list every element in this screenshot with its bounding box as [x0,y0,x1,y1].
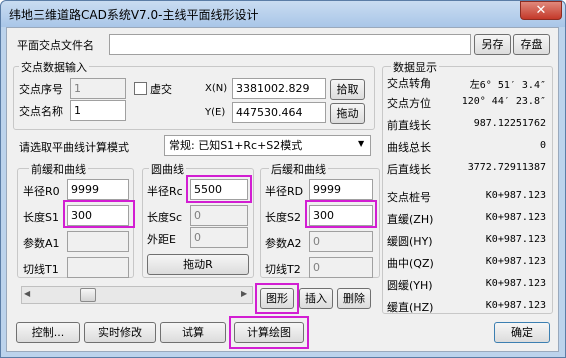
virtual-label: 虚交 [150,83,172,96]
back-length-label: 长度S2 [265,211,301,224]
save-button[interactable]: 存盘 [513,34,550,55]
display-title: 数据显示 [391,59,439,75]
delete-button[interactable]: 删除 [337,288,371,309]
display-row-label: 曲中(QZ) [387,257,434,270]
back-radius-label: 半径RD [265,185,304,198]
display-row-label: 缓直(HZ) [387,301,434,314]
back-param-label: 参数A2 [265,237,302,250]
x-label: X(N) [205,83,228,94]
circle-ext-input: 0 [190,227,248,248]
display-row-value: 0 [539,140,546,151]
display-row-value: K0+987.123 [485,234,546,245]
file-label: 平面交点文件名 [17,39,94,52]
scroll-left-icon[interactable]: ◀ [24,289,30,298]
drag-button[interactable]: 拖动 [330,103,365,124]
back-tangent-label: 切线T2 [265,263,301,276]
name-label: 交点名称 [19,105,63,118]
realtime-edit-button[interactable]: 实时修改 [84,322,156,343]
mode-select-value: 常规: 已知S1+Rc+S2模式 [169,139,303,152]
front-radius-input[interactable]: 9999 [67,179,129,200]
display-row-label: 缓圆(HY) [387,235,433,248]
front-tangent-input [67,257,129,278]
seq-label: 交点序号 [19,83,63,96]
display-row-label: 前直线长 [387,119,431,132]
display-row-value: K0+987.123 [485,300,546,311]
back-param-input: 0 [309,231,373,252]
display-row-label: 曲线总长 [387,141,431,154]
display-row-value: K0+987.123 [485,256,546,267]
point-input-title: 交点数据输入 [19,59,89,75]
display-row-value: 120° 44′ 23.8″ [461,96,546,107]
display-row-label: 交点方位 [387,97,431,110]
seq-input: 1 [70,78,126,99]
file-name-input[interactable] [109,34,471,55]
circle-radius-label: 半径Rc [147,185,183,198]
ok-button[interactable]: 确定 [494,322,550,343]
front-tangent-label: 切线T1 [23,263,59,276]
front-param-label: 参数A1 [23,237,60,250]
display-row-value: 左6° 51′ 3.4″ [469,80,546,91]
x-coordinate-input[interactable]: 3381002.829 [232,78,326,99]
pick-button[interactable]: 拾取 [330,79,365,100]
circle-ext-label: 外距E [147,233,176,246]
display-row-label: 交点转角 [387,77,431,90]
display-row-value: K0+987.123 [485,212,546,223]
display-row-value: 987.12251762 [473,118,546,129]
trial-button[interactable]: 试算 [160,322,226,343]
title-bar[interactable]: 纬地三维道路CAD系统V7.0-主线平面线形设计 ✕ [1,1,565,27]
highlight-front-length [63,200,135,228]
front-radius-label: 半径R0 [23,185,60,198]
insert-button[interactable]: 插入 [299,288,333,309]
highlight-compute-draw [229,316,309,349]
display-row-label: 直缓(ZH) [387,213,434,226]
mode-select[interactable]: 常规: 已知S1+Rc+S2模式 [164,135,371,156]
mode-label: 请选取平曲线计算模式 [19,141,129,154]
drag-r-button[interactable]: 拖动R [147,254,249,275]
circle-curve-title: 圆曲线 [149,161,186,177]
back-tangent-input: 0 [309,257,373,278]
circle-length-label: 长度Sc [147,211,183,224]
scroll-thumb[interactable] [80,288,96,302]
y-label: Y(E) [205,107,226,118]
highlight-back-length [305,200,377,228]
circle-length-input: 0 [190,205,248,226]
display-row-label: 圆缓(YH) [387,279,433,292]
name-input[interactable]: 1 [70,100,126,121]
display-row-label: 交点桩号 [387,191,431,204]
scroll-right-icon[interactable]: ▶ [241,289,247,298]
back-radius-input[interactable]: 9999 [309,179,373,200]
save-as-button[interactable]: 另存 [474,34,511,55]
display-row-value: K0+987.123 [485,278,546,289]
window-title: 纬地三维道路CAD系统V7.0-主线平面线形设计 [9,8,259,22]
virtual-checkbox[interactable] [134,82,147,95]
chevron-down-icon: ▼ [358,139,365,148]
display-row-value: K0+987.123 [485,190,546,201]
close-button[interactable]: ✕ [520,1,562,20]
back-curve-title: 后缓和曲线 [269,161,328,177]
highlight-graph-button [255,283,299,314]
y-coordinate-input[interactable]: 447530.464 [232,102,326,123]
front-length-label: 长度S1 [23,211,59,224]
front-param-input [67,231,129,252]
dialog-client: 平面交点文件名 另存 存盘 交点数据输入 交点序号 1 虚交 交点名称 1 X(… [6,27,559,352]
point-scrollbar[interactable]: ◀ ▶ [21,286,253,304]
display-row-label: 后直线长 [387,163,431,176]
highlight-circle-radius [186,175,252,203]
display-row-value: 3772.72911387 [467,162,546,173]
front-curve-title: 前缓和曲线 [29,161,88,177]
control-button[interactable]: 控制... [16,322,80,343]
